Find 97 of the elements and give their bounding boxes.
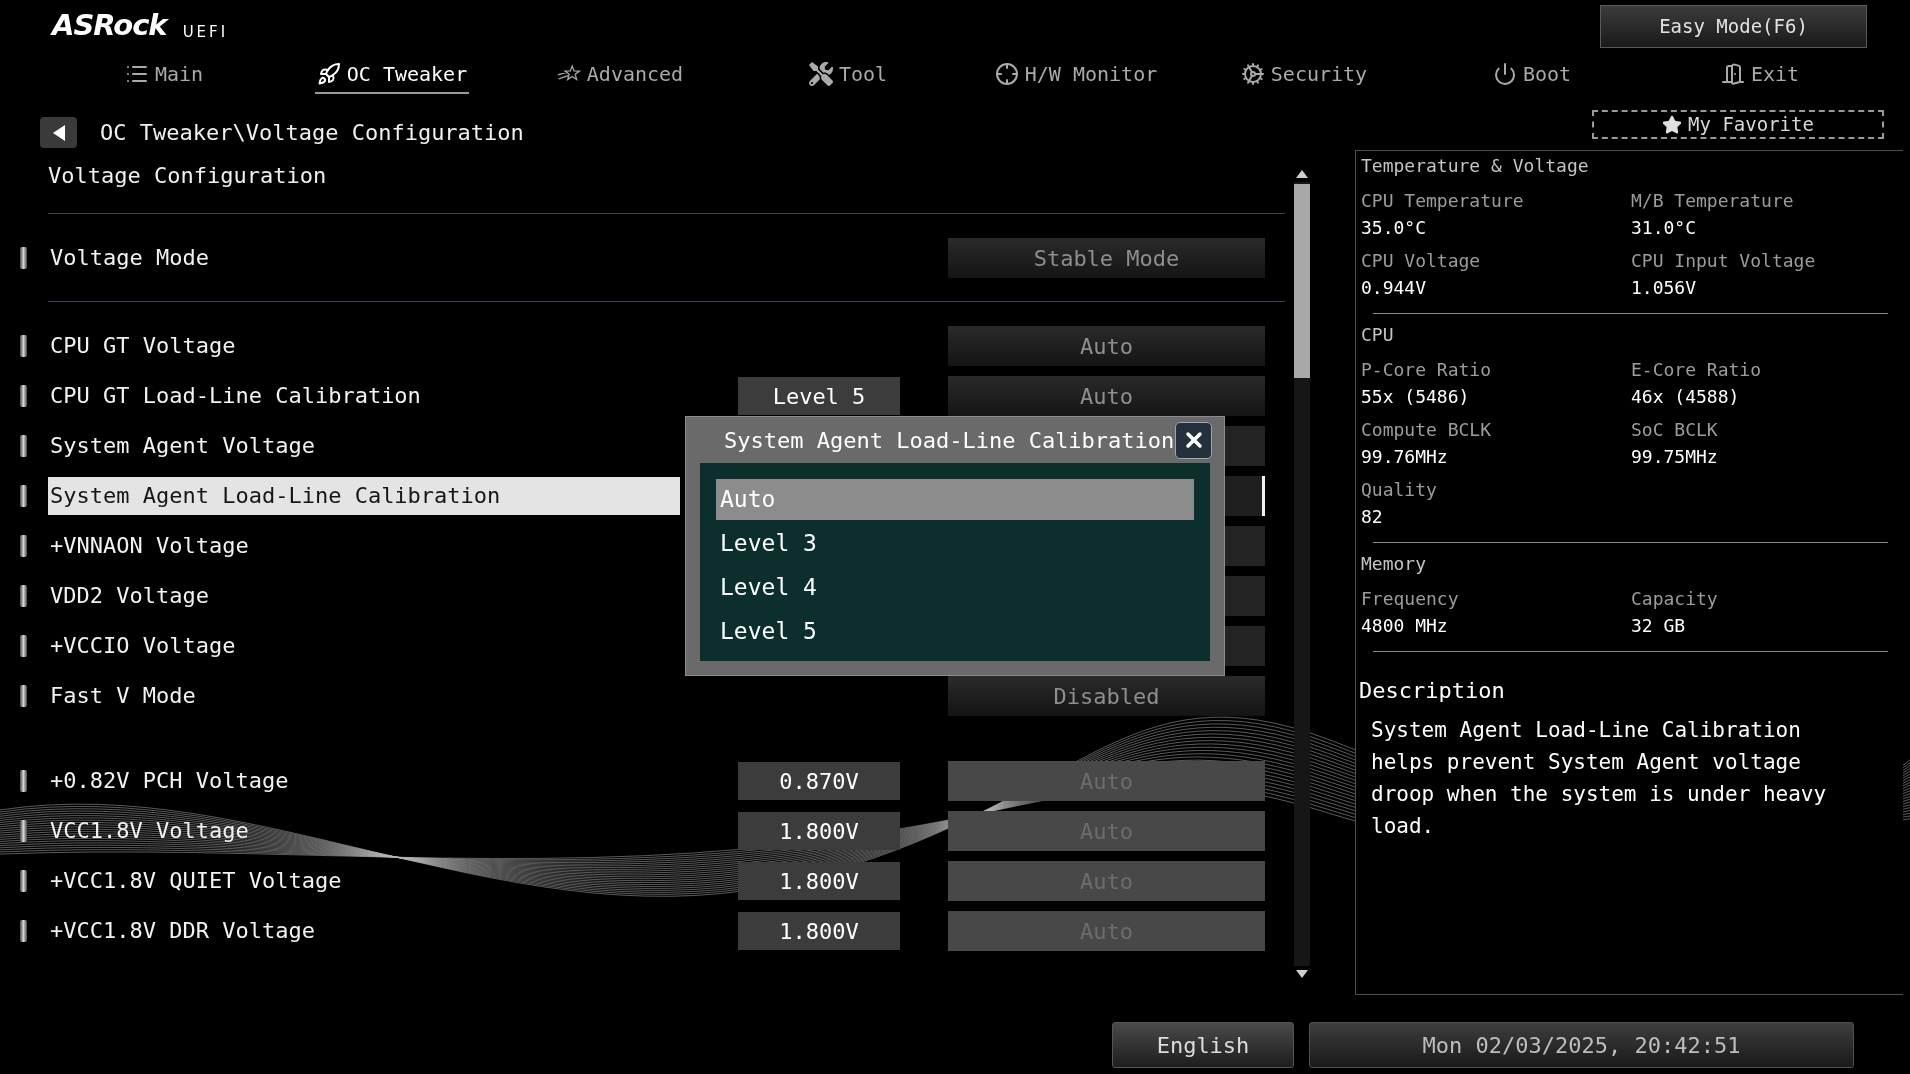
breadcrumb: OC Tweaker\Voltage Configuration [100, 119, 524, 147]
info-label: P-Core Ratio [1361, 358, 1492, 382]
section-title: Memory [1361, 552, 1427, 576]
nav-tab[interactable]: Boot [1490, 56, 1574, 94]
description-title: Description [1359, 677, 1505, 705]
popup-title: System Agent Load-Line Calibration [724, 426, 1175, 455]
my-favorite-button[interactable]: My Favorite [1592, 110, 1884, 139]
row-marker-icon [20, 535, 27, 557]
info-label: Quality [1361, 478, 1437, 502]
info-value: 99.76MHz [1361, 445, 1448, 469]
info-value: 99.75MHz [1631, 445, 1718, 469]
value-field[interactable]: 0.870V [738, 762, 900, 800]
row-marker-icon [20, 635, 27, 657]
option-item[interactable]: Level 5 [716, 611, 1194, 652]
logo-suffix: UEFI [182, 24, 229, 40]
nav-tab[interactable]: OC Tweaker [314, 56, 470, 94]
door-icon [1720, 62, 1745, 86]
info-value: 32 GB [1631, 614, 1686, 638]
nav-tab[interactable]: Exit [1718, 56, 1802, 94]
info-label: CPU Input Voltage [1631, 249, 1816, 273]
row-marker-icon [20, 870, 27, 892]
page-title: Voltage Configuration [48, 162, 327, 190]
tools-icon [808, 62, 833, 86]
setting-label[interactable]: CPU GT Voltage [48, 327, 238, 365]
value-field[interactable]: Level 5 [738, 377, 900, 415]
scrollbar-track[interactable] [1294, 182, 1310, 966]
row-marker-icon [20, 770, 27, 792]
info-label: Frequency [1361, 587, 1459, 611]
setting-label[interactable]: VCC1.8V Voltage [48, 812, 251, 850]
setting-label[interactable]: System Agent Voltage [48, 427, 317, 465]
info-label: Capacity [1631, 587, 1718, 611]
crosshair-icon [994, 62, 1019, 86]
row-marker-icon [20, 335, 27, 357]
option-dropdown[interactable]: Disabled [948, 676, 1265, 716]
value-field[interactable]: 1.800V [738, 862, 900, 900]
option-dropdown[interactable]: Auto [948, 326, 1265, 366]
easy-mode-button[interactable]: Easy Mode(F6) [1600, 5, 1867, 48]
close-button[interactable] [1175, 421, 1212, 459]
gear-icon [1240, 62, 1265, 86]
info-value: 55x (5486) [1361, 385, 1470, 409]
scroll-up-icon[interactable] [1296, 170, 1308, 178]
option-item[interactable]: Level 3 [716, 523, 1194, 564]
row-marker-icon [20, 585, 27, 607]
setting-label[interactable]: Fast V Mode [48, 677, 198, 715]
info-label: CPU Temperature [1361, 189, 1524, 213]
info-value: 35.0°C [1361, 216, 1427, 240]
info-value: 31.0°C [1631, 216, 1697, 240]
back-button[interactable] [40, 117, 77, 148]
option-dropdown[interactable]: Auto [948, 376, 1265, 416]
info-value: 82 [1361, 505, 1383, 529]
nav-tab[interactable]: Main [122, 56, 206, 94]
setting-label[interactable]: +VCC1.8V DDR Voltage [48, 912, 317, 950]
power-icon [1492, 62, 1517, 86]
info-label: SoC BCLK [1631, 418, 1718, 442]
star-icon [1662, 114, 1683, 135]
row-marker-icon [20, 685, 27, 707]
scrollbar-thumb[interactable] [1294, 184, 1310, 378]
row-marker-icon [20, 485, 27, 507]
setting-label[interactable]: Voltage Mode [48, 239, 211, 277]
setting-label[interactable]: System Agent Load-Line Calibration [48, 477, 680, 515]
back-arrow-icon [52, 124, 65, 141]
row-marker-icon [20, 247, 27, 269]
info-label: Compute BCLK [1361, 418, 1492, 442]
section-title: Temperature & Voltage [1361, 154, 1589, 178]
language-button[interactable]: English [1112, 1022, 1294, 1068]
setting-label[interactable]: +0.82V PCH Voltage [48, 762, 291, 800]
info-label: M/B Temperature [1631, 189, 1794, 213]
value-field[interactable]: 1.800V [738, 912, 900, 950]
info-label: CPU Voltage [1361, 249, 1481, 273]
row-marker-icon [20, 820, 27, 842]
row-marker-icon [20, 920, 27, 942]
option-dropdown[interactable] [1225, 476, 1265, 516]
value-field[interactable]: 1.800V [738, 812, 900, 850]
setting-label[interactable]: VDD2 Voltage [48, 577, 211, 615]
description-text: System Agent Load-Line Calibration helps prevent System Agent voltage droop when the system is under heavy load. [1371, 717, 1828, 840]
nav-tab[interactable]: Security [1238, 56, 1370, 94]
setting-label[interactable]: +VNNAON Voltage [48, 527, 251, 565]
option-item[interactable]: Level 4 [716, 567, 1194, 608]
setting-label[interactable]: +VCC1.8V QUIET Voltage [48, 862, 344, 900]
info-value: 1.056V [1631, 276, 1697, 300]
nav-tab[interactable]: H/W Monitor [992, 56, 1160, 94]
info-value: 0.944V [1361, 276, 1427, 300]
setting-label[interactable]: +VCCIO Voltage [48, 627, 238, 665]
option-dropdown[interactable]: Stable Mode [948, 238, 1265, 278]
info-label: E-Core Ratio [1631, 358, 1762, 382]
nav-tab[interactable]: Tool [806, 56, 890, 94]
row-marker-icon [20, 385, 27, 407]
rocket-icon [316, 62, 341, 86]
section-title: CPU [1361, 323, 1394, 347]
datetime-display: Mon 02/03/2025, 20:42:51 [1309, 1022, 1854, 1068]
scroll-down-icon[interactable] [1296, 970, 1308, 978]
row-marker-icon [20, 435, 27, 457]
info-value: 46x (4588) [1631, 385, 1740, 409]
nav-tab[interactable]: Advanced [554, 56, 686, 94]
logo: ASRock [52, 10, 167, 40]
setting-label[interactable]: CPU GT Load-Line Calibration [48, 377, 423, 415]
info-value: 4800 MHz [1361, 614, 1448, 638]
